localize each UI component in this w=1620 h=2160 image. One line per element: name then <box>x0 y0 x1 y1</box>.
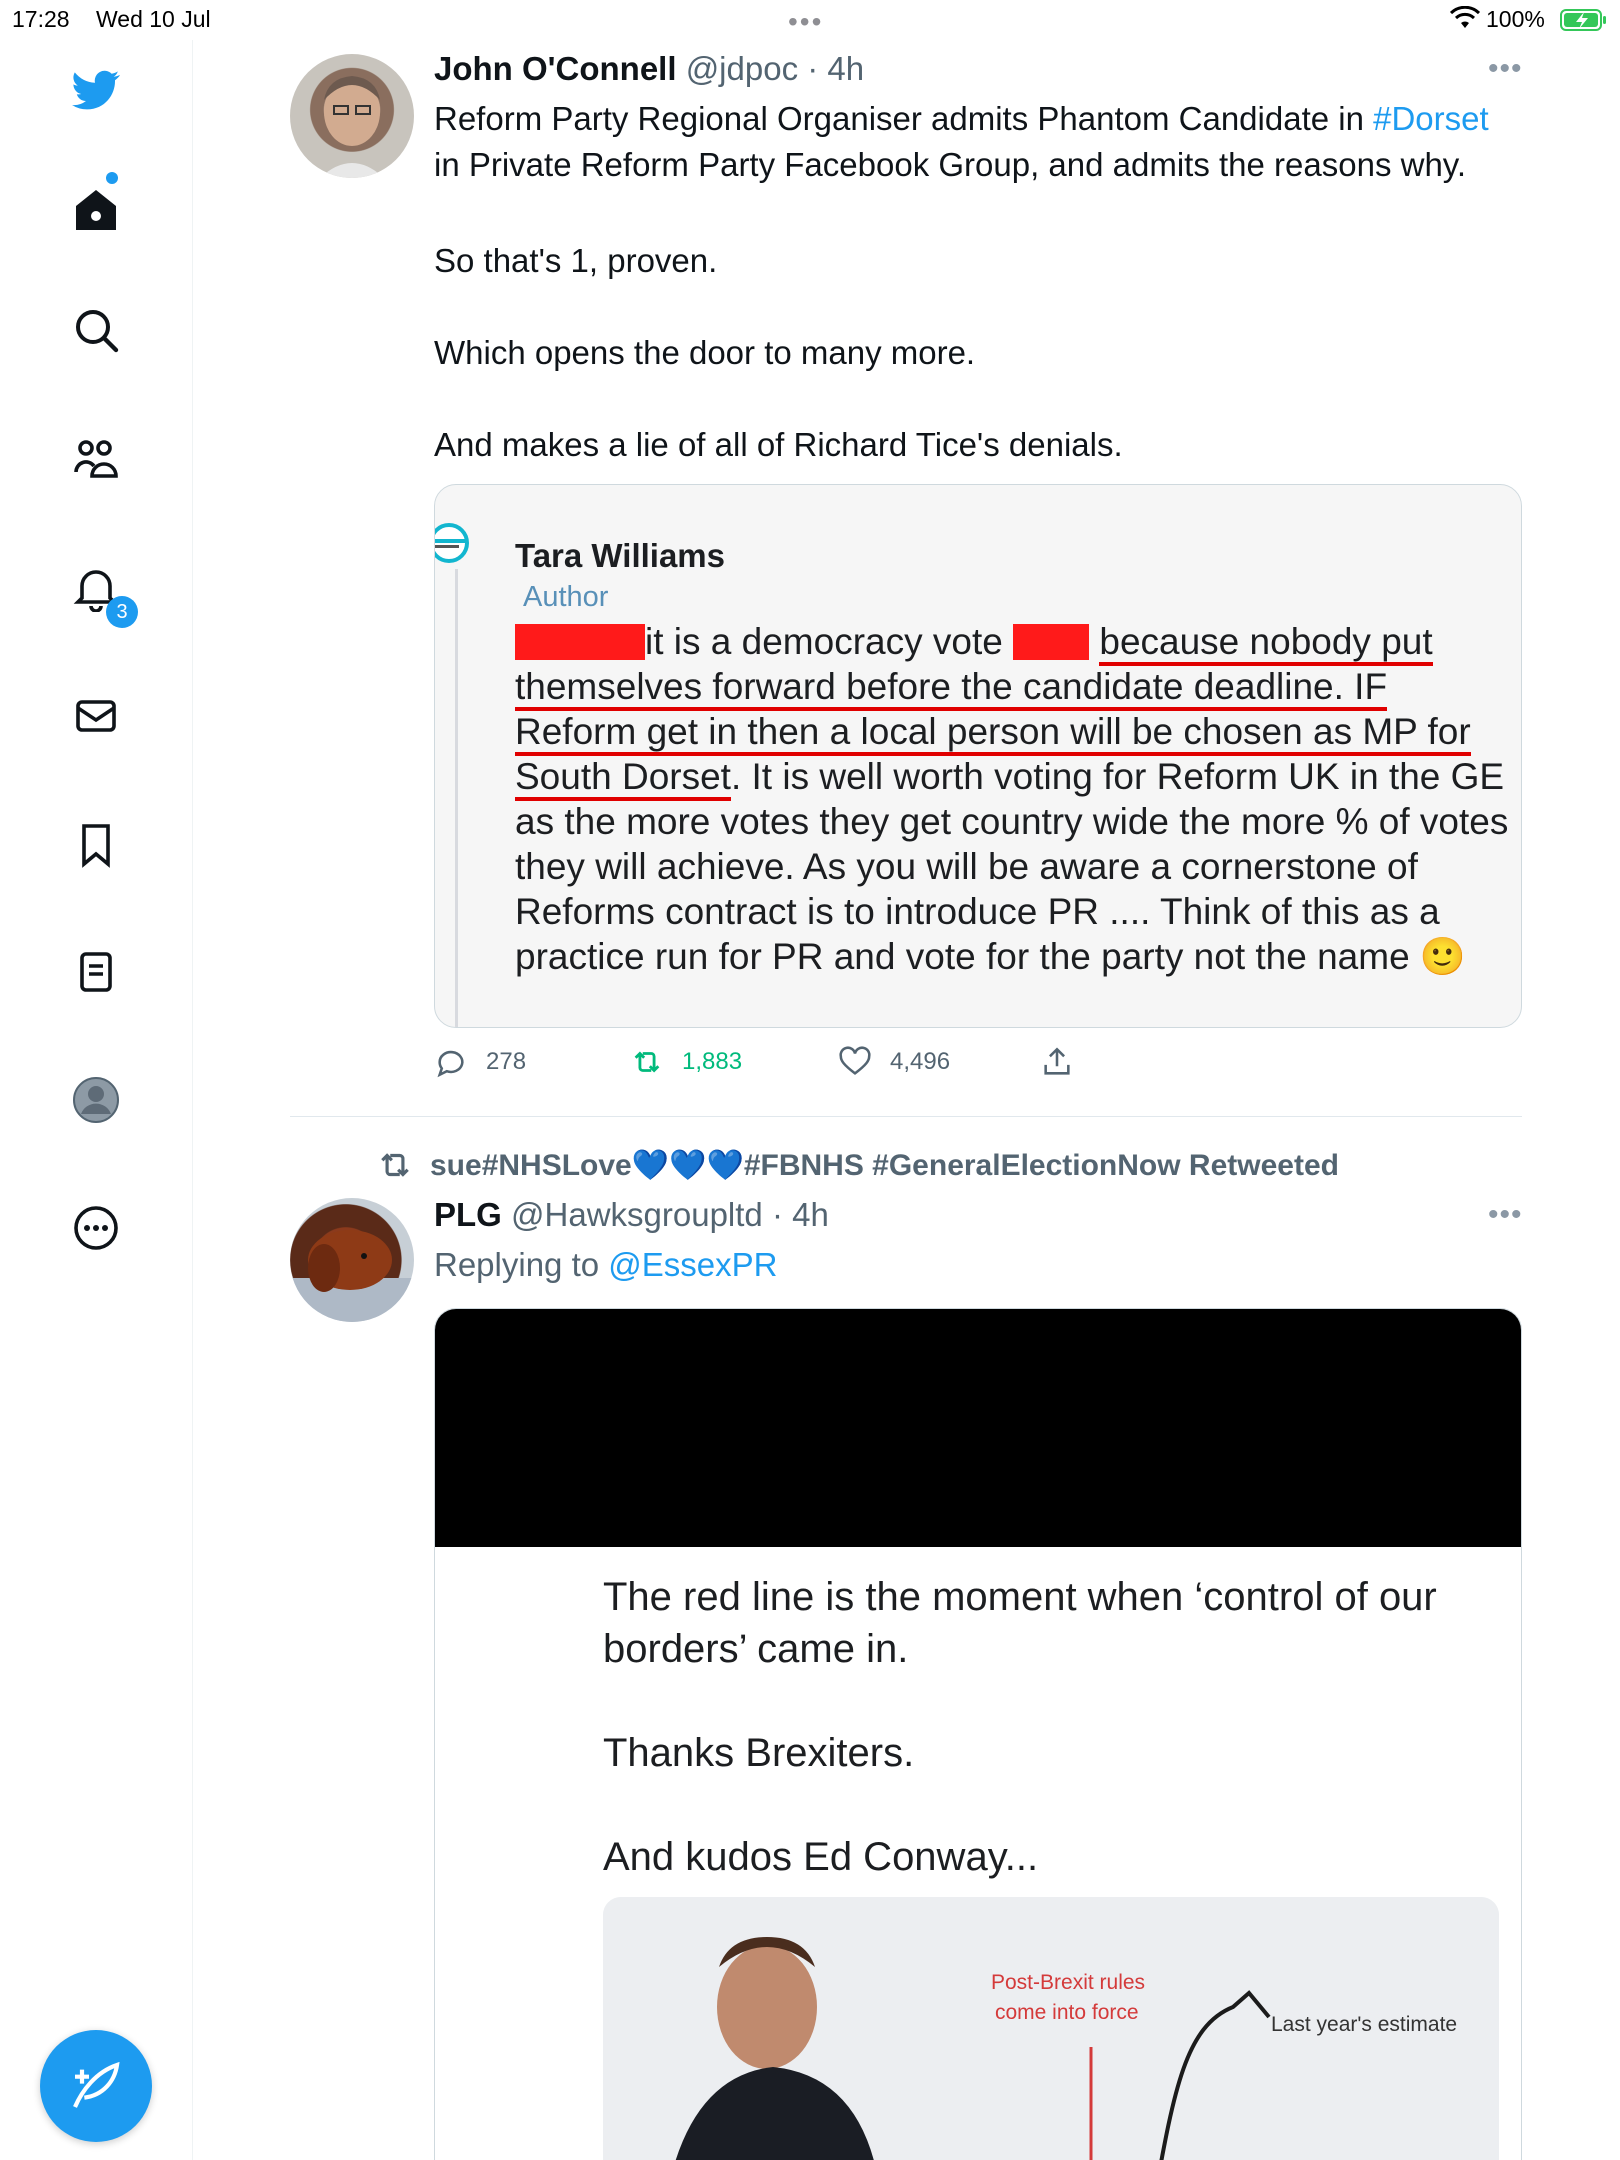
twitter-logo-icon[interactable] <box>66 60 126 120</box>
compose-feather-icon <box>73 2061 120 2108</box>
share-button[interactable] <box>1040 1045 1074 1079</box>
tweet1-paragraph-3: Which opens the door to many more. <box>434 334 976 371</box>
like-button[interactable]: 4,496 <box>838 1045 950 1079</box>
author-avatar[interactable] <box>290 54 414 178</box>
tweet1-paragraph-2: So that's 1, proven. <box>434 242 718 279</box>
tweet2-header: PLG @Hawksgroupltd · 4h <box>434 1196 829 1234</box>
compose-tweet-button[interactable] <box>40 2030 152 2142</box>
status-bar: 17:28 Wed 10 Jul ••• 100% <box>0 0 1620 40</box>
tweet2-handle-time[interactable]: @Hawksgroupltd · 4h <box>511 1196 829 1233</box>
search-icon[interactable] <box>66 300 126 360</box>
tweet2-media-image[interactable]: The red line is the moment when ‘control… <box>434 1308 1522 2160</box>
replying-to-link[interactable]: @EssexPR <box>608 1246 777 1283</box>
tweet1-handle-time[interactable]: @jdpoc · 4h <box>686 50 864 87</box>
retweet-count: 1,883 <box>682 1048 743 1075</box>
tweet1-author-name[interactable]: John O'Connell <box>434 50 677 87</box>
tweet1-actions: 278 1,883 4,496 <box>434 1045 1134 1089</box>
retweeted-by-line[interactable]: sue#NHSLove💙💙💙#FBNHS #GeneralElectionNow… <box>376 1146 1339 1184</box>
tweet1-paragraph-4: And makes a lie of all of Richard Tice's… <box>434 426 1123 463</box>
messages-envelope-icon[interactable] <box>66 686 126 746</box>
sidebar-nav: 3 <box>0 40 193 2160</box>
comment-author-name: Tara Williams <box>515 537 726 574</box>
media-black-band <box>435 1309 1521 1547</box>
share-icon <box>1044 1047 1070 1075</box>
comment-thread-line <box>455 569 458 1027</box>
tweet2-author-name[interactable]: PLG <box>434 1196 502 1233</box>
retweeted-suffix: #FBNHS #GeneralElectionNow Retweeted <box>743 1148 1339 1182</box>
tweet2-author-avatar[interactable] <box>290 1198 414 1322</box>
tweet-divider <box>290 1116 1522 1117</box>
comment-underlined-segment: Reform get in then a local person will b… <box>515 711 1471 756</box>
retweet-icon <box>634 1051 660 1073</box>
notifications-badge: 3 <box>106 596 138 628</box>
tweet2-more-icon[interactable]: ••• <box>1488 1198 1523 1232</box>
lists-icon[interactable] <box>66 942 126 1002</box>
profile-avatar-icon[interactable] <box>66 1070 126 1130</box>
battery-charging-icon <box>1560 9 1606 31</box>
replying-prefix: Replying to <box>434 1246 609 1283</box>
comment-underlined-segment: because nobody put <box>1099 621 1433 666</box>
tweet1-more-icon[interactable]: ••• <box>1488 52 1523 86</box>
chart-label-post-brexit: Post-Brexit rules <box>991 1971 1146 1994</box>
comment-body: it is a democracy vote because nobody pu… <box>515 619 1515 979</box>
comment-underlined-segment: South Dorset <box>515 756 731 801</box>
like-count: 4,496 <box>890 1048 951 1075</box>
reply-count: 278 <box>486 1048 527 1075</box>
blue-hearts-emoji: 💙💙💙 <box>631 1148 744 1182</box>
reform-party-logo-icon <box>435 523 469 563</box>
home-unread-dot <box>106 172 118 184</box>
quoted-screenshot-text: The red line is the moment when ‘control… <box>603 1575 1437 1879</box>
wifi-icon <box>1450 6 1480 28</box>
battery-percent: 100% <box>1486 6 1545 32</box>
tweet1-text: Reform Party Regional Organiser admits P… <box>434 96 1524 188</box>
multitask-dots-icon[interactable]: ••• <box>788 6 823 38</box>
tweet1-text-line1: Reform Party Regional Organiser admits P… <box>434 100 1374 137</box>
replying-to-line: Replying to @EssexPR <box>434 1246 777 1284</box>
communities-icon[interactable] <box>66 430 126 490</box>
tweet1-hashtag-link[interactable]: #Dorset <box>1373 100 1489 137</box>
status-date: Wed 10 Jul <box>96 6 211 32</box>
tweet1-text-line2: in Private Reform Party Facebook Group, … <box>434 146 1467 183</box>
redaction-block <box>1013 624 1090 660</box>
bookmark-icon[interactable] <box>66 814 126 874</box>
tweet1-media-image[interactable]: Tara Williams Author it is a democracy v… <box>434 484 1522 1028</box>
comment-segment: it is a democracy vote <box>645 621 1014 662</box>
chart-label-last-year: Last year's estimate <box>1271 2013 1458 2036</box>
retweet-button[interactable]: 1,883 <box>630 1045 742 1079</box>
comment-underlined-segment: themselves forward before the candidate … <box>515 666 1388 711</box>
tweet1-header: John O'Connell @jdpoc · 4h <box>434 50 864 88</box>
redaction-block <box>515 624 645 660</box>
heart-icon <box>839 1046 871 1075</box>
comment-author-role: Author <box>523 581 609 613</box>
reply-button[interactable]: 278 <box>434 1045 526 1079</box>
more-options-circle-icon[interactable] <box>66 1198 126 1258</box>
home-icon[interactable] <box>66 180 126 240</box>
reply-icon <box>437 1050 464 1078</box>
chart-label-come-into-force: come into force <box>995 2001 1139 2024</box>
status-time: 17:28 <box>12 6 70 32</box>
retweeted-icon <box>381 1153 409 1177</box>
retweeter-name: sue#NHSLove <box>430 1148 632 1182</box>
embedded-tv-chart-photo: Post-Brexit rules come into force Last y… <box>603 1897 1499 2160</box>
